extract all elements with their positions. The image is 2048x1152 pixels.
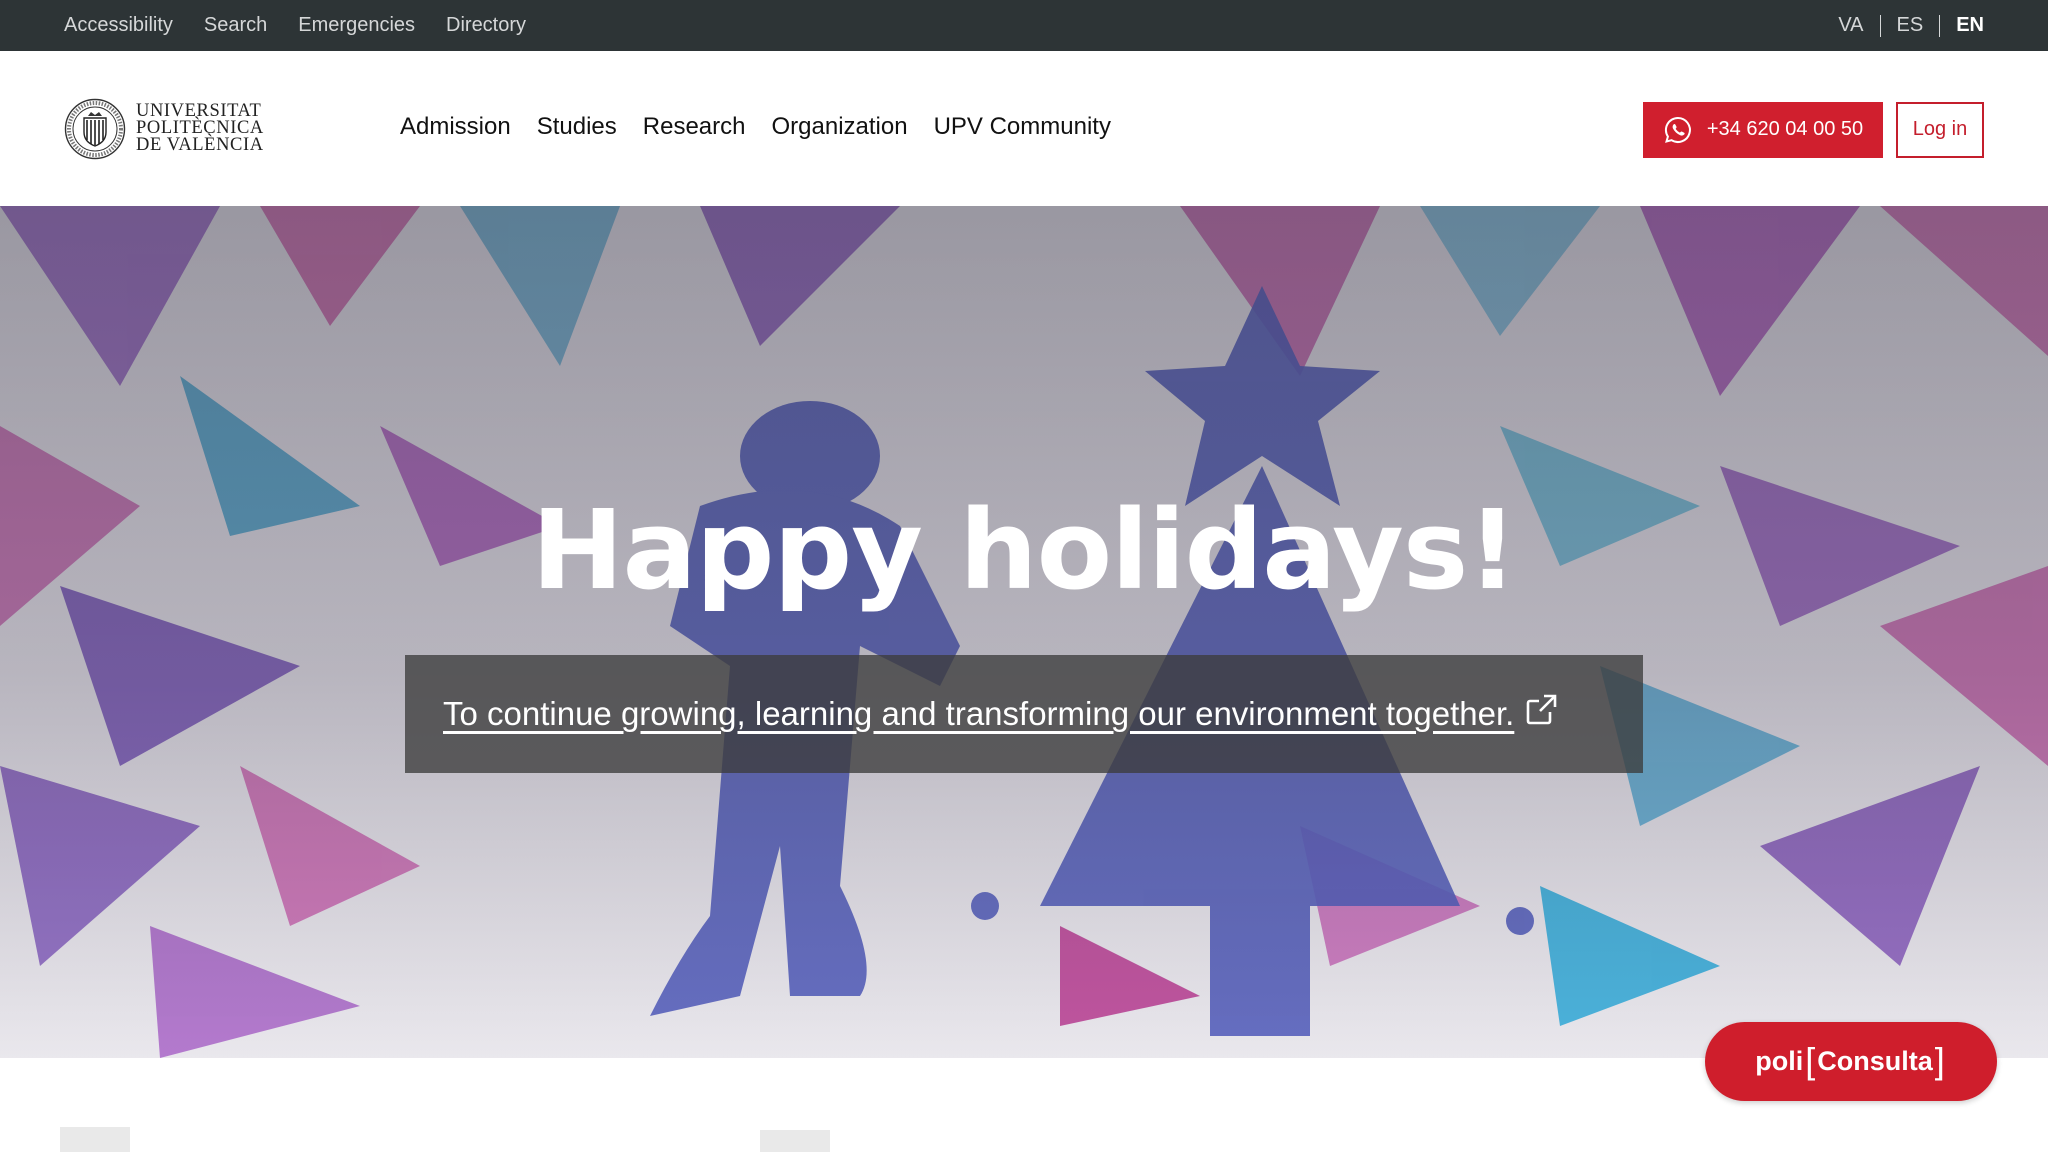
login-button[interactable]: Log in — [1896, 101, 1984, 158]
language-divider — [1939, 14, 1941, 37]
hero-caption-link[interactable]: To continue growing, learning and transf… — [443, 695, 1514, 733]
chat-brand-right: Consulta — [1817, 1046, 1933, 1076]
card-image-placeholder — [760, 1130, 830, 1152]
hero-title: Happy holidays! — [531, 486, 1518, 614]
language-divider — [1879, 14, 1881, 37]
nav-studies[interactable]: Studies — [537, 113, 617, 141]
language-es[interactable]: ES — [1897, 14, 1924, 37]
university-seal-icon — [64, 98, 126, 159]
university-logo[interactable]: UNIVERSITAT POLITÈCNICA DE VALÈNCIA — [64, 98, 274, 160]
logo-wordmark: UNIVERSITAT POLITÈCNICA DE VALÈNCIA — [136, 102, 264, 155]
hero-overlay — [0, 206, 2048, 1058]
hero-banner: Happy holidays! To continue growing, lea… — [0, 206, 2048, 1058]
whatsapp-icon — [1664, 116, 1691, 143]
top-utility-bar: Accessibility Search Emergencies Directo… — [0, 0, 2048, 51]
logo-line: DE VALÈNCIA — [136, 135, 264, 155]
nav-research[interactable]: Research — [643, 113, 746, 141]
card-image-placeholder — [60, 1127, 130, 1152]
whatsapp-phone-button[interactable]: +34 620 04 00 50 — [1643, 101, 1883, 158]
search-link[interactable]: Search — [204, 14, 267, 37]
phone-number: +34 620 04 00 50 — [1706, 118, 1864, 140]
bracket-open-icon: [ — [1805, 1039, 1816, 1081]
nav-upv-community[interactable]: UPV Community — [934, 113, 1111, 141]
site-header: UNIVERSITAT POLITÈCNICA DE VALÈNCIA Admi… — [0, 51, 2048, 206]
chat-brand-left: poli — [1755, 1046, 1804, 1076]
language-switcher: VA ES EN — [1838, 14, 1984, 37]
nav-admission[interactable]: Admission — [400, 113, 511, 141]
accessibility-link[interactable]: Accessibility — [64, 14, 173, 37]
nav-organization[interactable]: Organization — [772, 113, 908, 141]
main-navigation: Admission Studies Research Organization … — [400, 113, 1111, 141]
header-actions: +34 620 04 00 50 Log in — [1643, 101, 1984, 158]
bracket-close-icon: ] — [1934, 1039, 1945, 1081]
language-va[interactable]: VA — [1838, 14, 1863, 37]
external-link-icon[interactable] — [1524, 693, 1558, 727]
policonsulta-chat-button[interactable]: poli [ Consulta ] — [1705, 1022, 1997, 1101]
hero-caption-box: To continue growing, learning and transf… — [405, 655, 1643, 773]
emergencies-link[interactable]: Emergencies — [298, 14, 415, 37]
language-en[interactable]: EN — [1956, 14, 1984, 37]
utility-links: Accessibility Search Emergencies Directo… — [64, 14, 526, 37]
directory-link[interactable]: Directory — [446, 14, 526, 37]
